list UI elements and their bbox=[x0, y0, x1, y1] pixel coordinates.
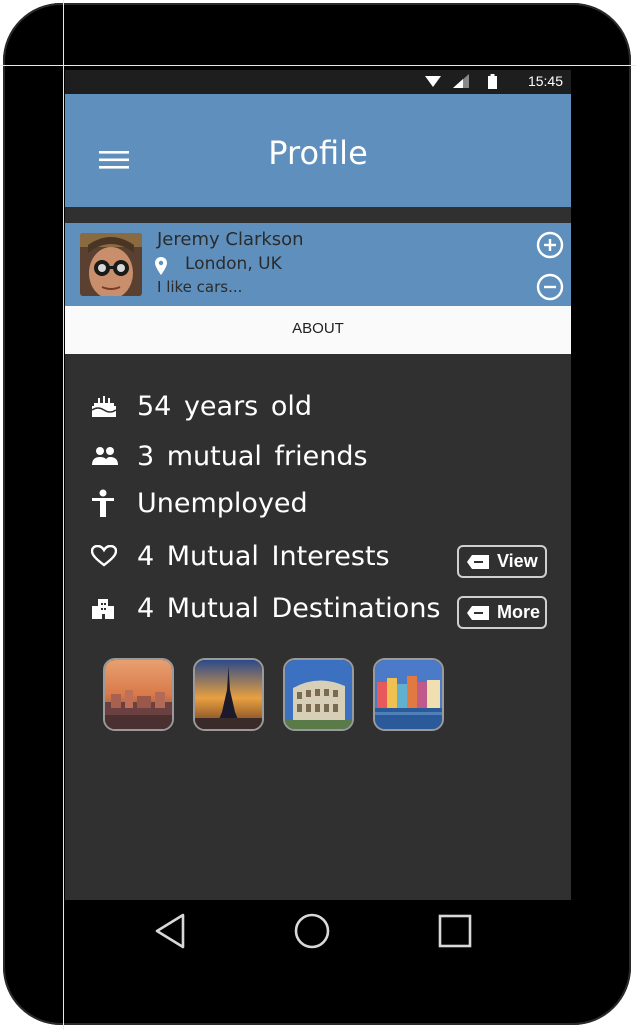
destination-thumbnail[interactable] bbox=[373, 658, 444, 731]
more-label: More bbox=[497, 602, 541, 622]
employment-text: Unemployed bbox=[137, 487, 308, 519]
back-icon[interactable] bbox=[153, 912, 187, 950]
guide-line-vertical bbox=[63, 0, 64, 1030]
destinations-row: 4 Mutual Destinations bbox=[91, 588, 441, 628]
battery-icon bbox=[488, 74, 497, 89]
destinations-text: 4 Mutual Destinations bbox=[137, 592, 441, 624]
system-nav-bar bbox=[65, 900, 571, 966]
app-screen: 15:45 Profile Jeremy Clarkson London, UK… bbox=[65, 70, 571, 900]
home-icon[interactable] bbox=[293, 912, 331, 950]
age-row: 54 years old bbox=[91, 386, 312, 426]
interests-row: 4 Mutual Interests bbox=[91, 536, 390, 576]
add-circle-icon[interactable] bbox=[536, 231, 564, 259]
signal-icon bbox=[453, 74, 469, 88]
view-button[interactable]: View bbox=[457, 545, 547, 578]
profile-header: Jeremy Clarkson London, UK I like cars..… bbox=[65, 223, 571, 306]
interests-text: 4 Mutual Interests bbox=[137, 540, 390, 572]
tag-icon bbox=[467, 554, 489, 569]
cake-icon bbox=[91, 391, 125, 421]
people-icon bbox=[91, 441, 125, 471]
heart-icon bbox=[91, 541, 125, 571]
view-label: View bbox=[497, 551, 538, 571]
app-bar: Profile bbox=[65, 94, 571, 207]
destination-thumbnail[interactable] bbox=[103, 658, 174, 731]
page-title: Profile bbox=[268, 134, 368, 172]
employment-row: Unemployed bbox=[91, 483, 308, 523]
recents-icon[interactable] bbox=[438, 912, 472, 950]
age-text: 54 years old bbox=[137, 390, 312, 422]
remove-circle-icon[interactable] bbox=[536, 273, 564, 301]
tag-icon bbox=[467, 605, 489, 620]
tab-bar: ABOUT bbox=[65, 306, 571, 354]
guide-line-horizontal bbox=[0, 65, 636, 66]
destination-thumbnail[interactable] bbox=[193, 658, 264, 731]
city-icon bbox=[91, 593, 125, 623]
divider bbox=[65, 207, 571, 223]
status-bar: 15:45 bbox=[65, 70, 571, 94]
location-pin-icon bbox=[155, 257, 167, 275]
avatar[interactable] bbox=[80, 233, 142, 296]
profile-name: Jeremy Clarkson bbox=[157, 229, 304, 250]
profile-bio: I like cars... bbox=[157, 278, 243, 296]
status-time: 15:45 bbox=[527, 73, 563, 89]
tab-about[interactable]: ABOUT bbox=[292, 320, 344, 337]
person-icon bbox=[91, 488, 125, 518]
more-button[interactable]: More bbox=[457, 596, 547, 629]
wifi-icon bbox=[425, 76, 441, 87]
profile-location: London, UK bbox=[185, 254, 282, 274]
destination-thumbnail[interactable] bbox=[283, 658, 354, 731]
mutual-friends-text: 3 mutual friends bbox=[137, 440, 368, 472]
mutual-friends-row: 3 mutual friends bbox=[91, 436, 368, 476]
